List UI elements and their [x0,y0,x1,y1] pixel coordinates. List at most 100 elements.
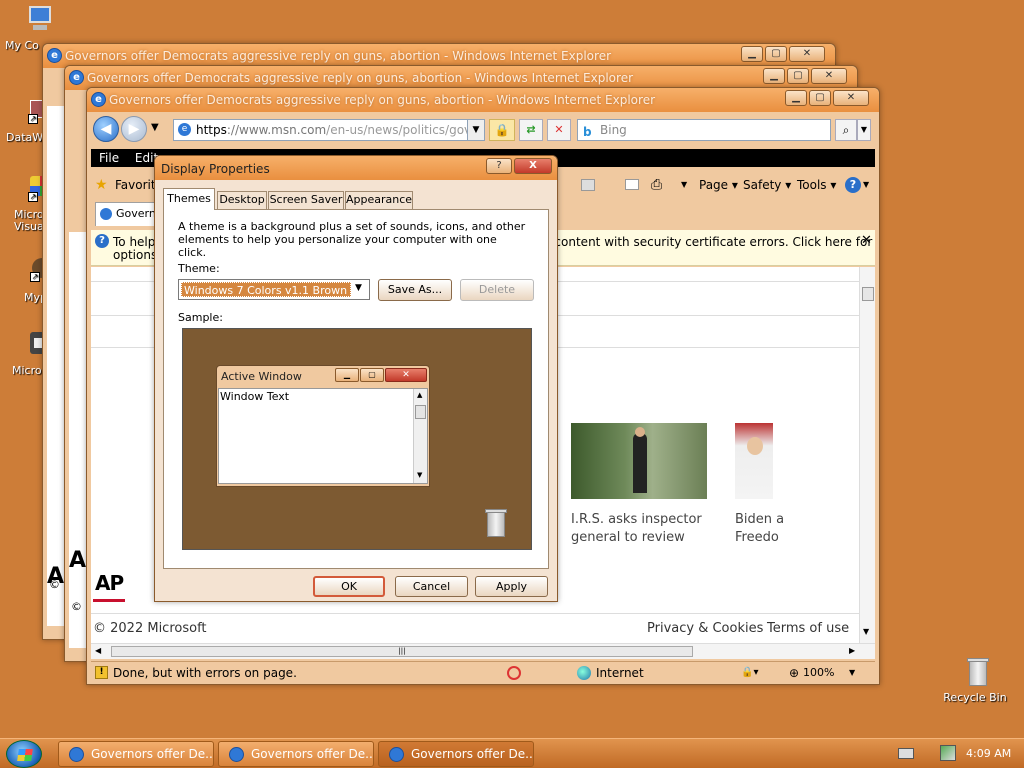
tab-themes[interactable]: Themes [163,188,215,210]
ie-icon [229,747,244,762]
print-icon[interactable]: ⎙ [651,172,662,198]
terms-link[interactable]: Terms of use [767,621,849,636]
minimize-button[interactable]: ▁ [741,46,763,62]
cancel-button[interactable]: Cancel [395,576,468,597]
dialog-title-bar[interactable]: Display Properties ? X [155,156,557,180]
infobar-text-left-2: options [113,248,158,262]
taskbar-button-ie-3[interactable]: Governors offer De... [378,741,534,767]
maximize-button[interactable]: ▢ [787,68,809,84]
sample-maximize-icon: ▢ [360,368,384,382]
ie-icon [69,747,84,762]
help-dropdown-icon[interactable]: ▼ [863,172,869,198]
save-as-button[interactable]: Save As... [378,279,452,301]
address-bar[interactable]: e https://www.msn.com/en-us/news/politic… [173,119,473,141]
print-dropdown-icon[interactable]: ▼ [681,172,687,198]
help-icon[interactable]: ? [845,177,861,193]
news-headline-biden[interactable]: Biden a Freedo [735,511,784,547]
window-title: Governors offer Democrats aggressive rep… [109,93,656,107]
rss-feeds-icon[interactable] [581,179,595,191]
warning-icon[interactable]: ! [95,666,108,679]
sample-close-icon: ✕ [385,368,427,382]
recycle-bin-icon [485,509,507,537]
infobar-close-icon[interactable]: ✕ [861,234,872,247]
zoom-icon[interactable]: ⊕ [789,662,799,684]
scroll-down-arrow-icon[interactable]: ▼ [863,627,869,636]
security-zone[interactable]: Internet [596,662,644,684]
maximize-button[interactable]: ▢ [809,90,831,106]
forward-button[interactable]: ▶ [121,116,147,142]
ok-button[interactable]: OK [313,576,385,597]
popup-blocked-icon[interactable] [507,666,521,680]
start-button[interactable] [6,740,42,768]
sample-label: Sample: [178,311,223,324]
ie-icon: e [69,70,84,85]
ie-icon [100,208,112,220]
scroll-thumb[interactable]: ||| [111,646,693,657]
protected-mode-icon[interactable]: 🔒▾ [741,662,758,684]
menu-file[interactable]: File [99,151,119,165]
help-button[interactable]: ? [486,158,512,174]
zoom-level[interactable]: 100% [803,662,834,684]
title-bar[interactable]: e Governors offer Democrats aggressive r… [87,88,879,112]
page-menu-button[interactable]: Page ▾ [699,172,738,198]
apply-button[interactable]: Apply [475,576,548,597]
copyright-symbol: © [71,600,82,613]
taskbar-button-ie-2[interactable]: Governors offer De... [218,741,374,767]
clock[interactable]: 4:09 AM [966,747,1011,760]
sample-minimize-icon: ▁ [335,368,359,382]
vertical-scrollbar[interactable]: ▼ [859,267,875,643]
scroll-thumb[interactable] [862,287,874,301]
minimize-button[interactable]: ▁ [763,68,785,84]
close-button[interactable]: ✕ [789,46,825,62]
dialog-title: Display Properties [161,162,270,176]
refresh-icon[interactable]: ⇄ [519,119,543,141]
close-button[interactable]: X [514,158,552,174]
horizontal-scrollbar[interactable]: ◀ ||| ▶ [91,643,875,659]
safety-menu-button[interactable]: Safety ▾ [743,172,791,198]
tab-screen-saver[interactable]: Screen Saver [268,191,344,209]
recycle-bin-icon [959,656,991,688]
ap-logo-underline [93,599,125,602]
scroll-right-arrow-icon[interactable]: ▶ [849,646,855,655]
minimize-button[interactable]: ▁ [785,90,807,106]
lock-icon[interactable]: 🔒 [489,119,515,141]
delete-button[interactable]: Delete [460,279,534,301]
keyboard-icon[interactable] [898,748,914,759]
tab-desktop[interactable]: Desktop [217,191,267,209]
tools-menu-button[interactable]: Tools ▾ [797,172,836,198]
news-thumbnail-biden[interactable] [735,423,773,499]
desktop-icon-recycle-bin[interactable]: Recycle Bin [937,656,1013,704]
address-dropdown-button[interactable]: ▼ [467,119,485,141]
news-headline-irs[interactable]: I.R.S. asks inspector general to review [571,511,702,547]
back-button[interactable]: ◀ [93,116,119,142]
stop-icon[interactable]: ✕ [547,119,571,141]
ap-logo: AP [95,571,124,595]
read-mail-icon[interactable] [625,179,639,190]
maximize-button[interactable]: ▢ [765,46,787,62]
tab-appearance[interactable]: Appearance [345,191,413,209]
sample-window-client: Window Text ▲ ▼ [218,388,428,484]
recent-pages-dropdown-icon[interactable]: ▼ [151,122,159,133]
news-thumbnail-irs[interactable] [571,423,707,499]
scroll-up-arrow-icon: ▲ [417,391,423,399]
search-icon[interactable]: ⌕ [835,119,857,141]
favorites-star-icon[interactable]: ★ [95,172,108,198]
footer-divider [91,613,859,614]
zoom-dropdown-icon[interactable]: ▼ [849,662,855,684]
theme-select-value: Windows 7 Colors v1.1 Brown [181,282,351,297]
close-button[interactable]: ✕ [811,68,847,84]
scroll-left-arrow-icon[interactable]: ◀ [95,646,101,655]
ap-logo-text: A [69,548,87,573]
close-button[interactable]: ✕ [833,90,869,106]
network-icon[interactable] [940,745,956,761]
display-properties-dialog[interactable]: Display Properties ? X Themes Desktop Sc… [154,155,558,602]
search-options-dropdown-icon[interactable]: ▼ [857,119,871,141]
privacy-link[interactable]: Privacy & Cookies [647,621,763,636]
globe-icon [577,666,591,680]
taskbar-button-ie-1[interactable]: Governors offer De... [58,741,214,767]
chevron-down-icon[interactable]: ▼ [355,283,362,293]
desktop-icon-label: Recycle Bin [943,691,1007,704]
page-icon: e [178,123,191,136]
theme-select[interactable]: Windows 7 Colors v1.1 Brown ▼ [178,279,370,300]
search-input[interactable]: b Bing [577,119,831,141]
